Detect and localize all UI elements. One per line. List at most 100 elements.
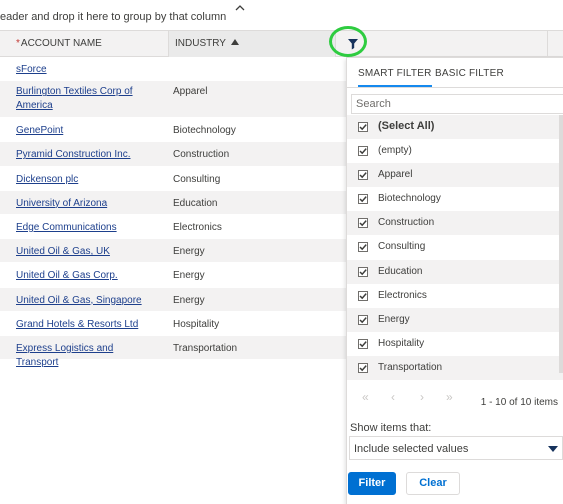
industry-header[interactable]: INDUSTRY xyxy=(168,31,336,57)
table-row: Grand Hotels & Resorts Ltd Hospitality xyxy=(0,312,346,336)
account-name-link[interactable]: Dickenson plc xyxy=(16,173,156,187)
first-page-icon[interactable]: « xyxy=(362,390,369,404)
filter-option-label: Construction xyxy=(378,217,435,229)
group-by-panel[interactable]: eader and drop it here to group by that … xyxy=(0,0,563,31)
caret-down-icon xyxy=(548,446,558,452)
checkbox-checked-icon[interactable] xyxy=(358,266,368,277)
account-name-link[interactable]: Burlington Textiles Corp of America xyxy=(16,85,156,113)
checkbox-checked-icon[interactable] xyxy=(358,314,368,325)
filter-search-input[interactable] xyxy=(351,94,563,114)
filter-option[interactable]: Construction xyxy=(347,211,563,236)
tab-basic-filter[interactable]: BASIC FILTER xyxy=(435,68,504,79)
checkbox-checked-icon[interactable] xyxy=(358,362,368,373)
table-row: Dickenson plc Consulting xyxy=(0,167,346,191)
account-name-link[interactable]: Edge Communications xyxy=(16,221,156,235)
industry-cell: Electronics xyxy=(173,221,222,233)
industry-cell: Energy xyxy=(173,246,205,258)
table-row: United Oil & Gas, Singapore Energy xyxy=(0,287,346,312)
accounts-grid: sForce Burlington Textiles Corp of Americ… xyxy=(0,57,346,368)
sort-ascending-icon xyxy=(230,39,239,46)
last-page-icon[interactable]: » xyxy=(446,390,453,404)
industry-cell: Education xyxy=(173,197,218,209)
filter-tabs: SMART FILTER BASIC FILTER xyxy=(347,58,563,88)
checkbox-checked-icon[interactable] xyxy=(358,170,368,181)
industry-cell: Biotechnology xyxy=(173,125,236,137)
table-row: Pyramid Construction Inc. Construction xyxy=(0,142,346,167)
filter-option-label: Energy xyxy=(378,313,410,325)
clear-button[interactable]: Clear xyxy=(406,472,460,495)
industry-cell: Energy xyxy=(173,270,205,282)
filter-option[interactable]: Biotechnology xyxy=(347,187,563,211)
table-row: University of Arizona Education xyxy=(0,190,346,215)
table-row: GenePoint Biotechnology xyxy=(0,118,346,143)
filter-option-label: (empty) xyxy=(378,145,412,157)
filter-button[interactable]: Filter xyxy=(348,472,396,495)
filter-option-label: Hospitality xyxy=(378,337,425,349)
filter-condition-value: Include selected values xyxy=(354,443,469,455)
industry-header-label: INDUSTRY xyxy=(175,38,226,49)
account-name-link[interactable]: Pyramid Construction Inc. xyxy=(16,148,156,162)
filter-option-label: Transportation xyxy=(378,361,443,373)
account-name-link[interactable]: sForce xyxy=(16,63,156,77)
filter-popup: SMART FILTER BASIC FILTER (Select All) (e… xyxy=(346,57,563,504)
table-row: Edge Communications Electronics xyxy=(0,215,346,240)
account-name-link[interactable]: University of Arizona xyxy=(16,197,156,211)
filter-option[interactable]: Energy xyxy=(347,307,563,332)
filter-option[interactable]: Consulting xyxy=(347,235,563,259)
filter-option-label: Apparel xyxy=(378,169,413,181)
account-name-header-label: ACCOUNT NAME xyxy=(20,38,102,49)
checkbox-checked-icon[interactable] xyxy=(358,218,368,229)
filter-option[interactable]: Electronics xyxy=(347,284,563,308)
checkbox-checked-icon[interactable] xyxy=(358,146,368,157)
account-name-link[interactable]: United Oil & Gas, Singapore xyxy=(16,294,156,308)
filter-option-label: (Select All) xyxy=(378,120,435,132)
checkbox-checked-icon[interactable] xyxy=(358,194,368,205)
table-row: Express Logistics and Transport Transport… xyxy=(0,335,346,368)
industry-cell: Energy xyxy=(173,294,205,306)
industry-cell: Hospitality xyxy=(173,318,220,330)
filter-option[interactable]: (Select All) xyxy=(347,115,563,140)
account-name-link[interactable]: Express Logistics and Transport xyxy=(16,342,156,370)
checkbox-checked-icon[interactable] xyxy=(358,242,368,253)
prev-page-icon[interactable]: ‹ xyxy=(391,390,395,404)
account-name-link[interactable]: United Oil & Gas Corp. xyxy=(16,269,156,283)
filter-condition-select[interactable]: Include selected values xyxy=(349,436,563,460)
industry-cell: Apparel xyxy=(173,86,208,98)
options-scrollbar[interactable] xyxy=(559,115,563,373)
pager-info: 1 - 10 of 10 items xyxy=(480,397,558,408)
column-divider xyxy=(547,31,548,57)
account-name-header[interactable]: *ACCOUNT NAME xyxy=(16,31,102,57)
account-name-link[interactable]: Grand Hotels & Resorts Ltd xyxy=(16,318,156,332)
checkbox-checked-icon[interactable] xyxy=(358,338,368,349)
industry-cell: Transportation xyxy=(173,342,238,354)
filter-option-label: Biotechnology xyxy=(378,193,441,205)
filter-option-label: Education xyxy=(378,265,423,277)
group-by-hint: eader and drop it here to group by that … xyxy=(0,11,227,23)
filter-options-list: (Select All) (empty) Apparel Biotechnology C… xyxy=(347,115,563,381)
next-page-icon[interactable]: › xyxy=(420,390,424,404)
highlight-ring xyxy=(329,26,367,57)
filter-option[interactable]: Education xyxy=(347,259,563,284)
filter-option[interactable]: Hospitality xyxy=(347,332,563,356)
required-marker: * xyxy=(16,38,20,49)
column-header-row: *ACCOUNT NAME INDUSTRY xyxy=(0,31,563,57)
filter-option-label: Consulting xyxy=(378,241,426,253)
filter-option-label: Electronics xyxy=(378,289,427,301)
table-row: sForce xyxy=(0,57,346,82)
checkbox-checked-icon[interactable] xyxy=(358,290,368,301)
table-row: United Oil & Gas, UK Energy xyxy=(0,239,346,264)
filter-option[interactable]: Apparel xyxy=(347,163,563,188)
account-name-link[interactable]: United Oil & Gas, UK xyxy=(16,245,156,259)
industry-cell: Consulting xyxy=(173,173,221,185)
filter-option[interactable]: (empty) xyxy=(347,139,563,163)
filter-pager: « ‹ › » 1 - 10 of 10 items xyxy=(347,385,563,411)
checkbox-checked-icon[interactable] xyxy=(358,122,368,132)
account-name-link[interactable]: GenePoint xyxy=(16,124,156,138)
industry-cell: Construction xyxy=(173,149,230,161)
table-row: United Oil & Gas Corp. Energy xyxy=(0,263,346,288)
chevron-up-icon[interactable] xyxy=(233,2,247,14)
show-items-label: Show items that: xyxy=(350,422,432,434)
tab-smart-filter[interactable]: SMART FILTER xyxy=(358,68,432,87)
table-row: Burlington Textiles Corp of America Appar… xyxy=(0,81,346,119)
filter-option[interactable]: Transportation xyxy=(347,355,563,381)
